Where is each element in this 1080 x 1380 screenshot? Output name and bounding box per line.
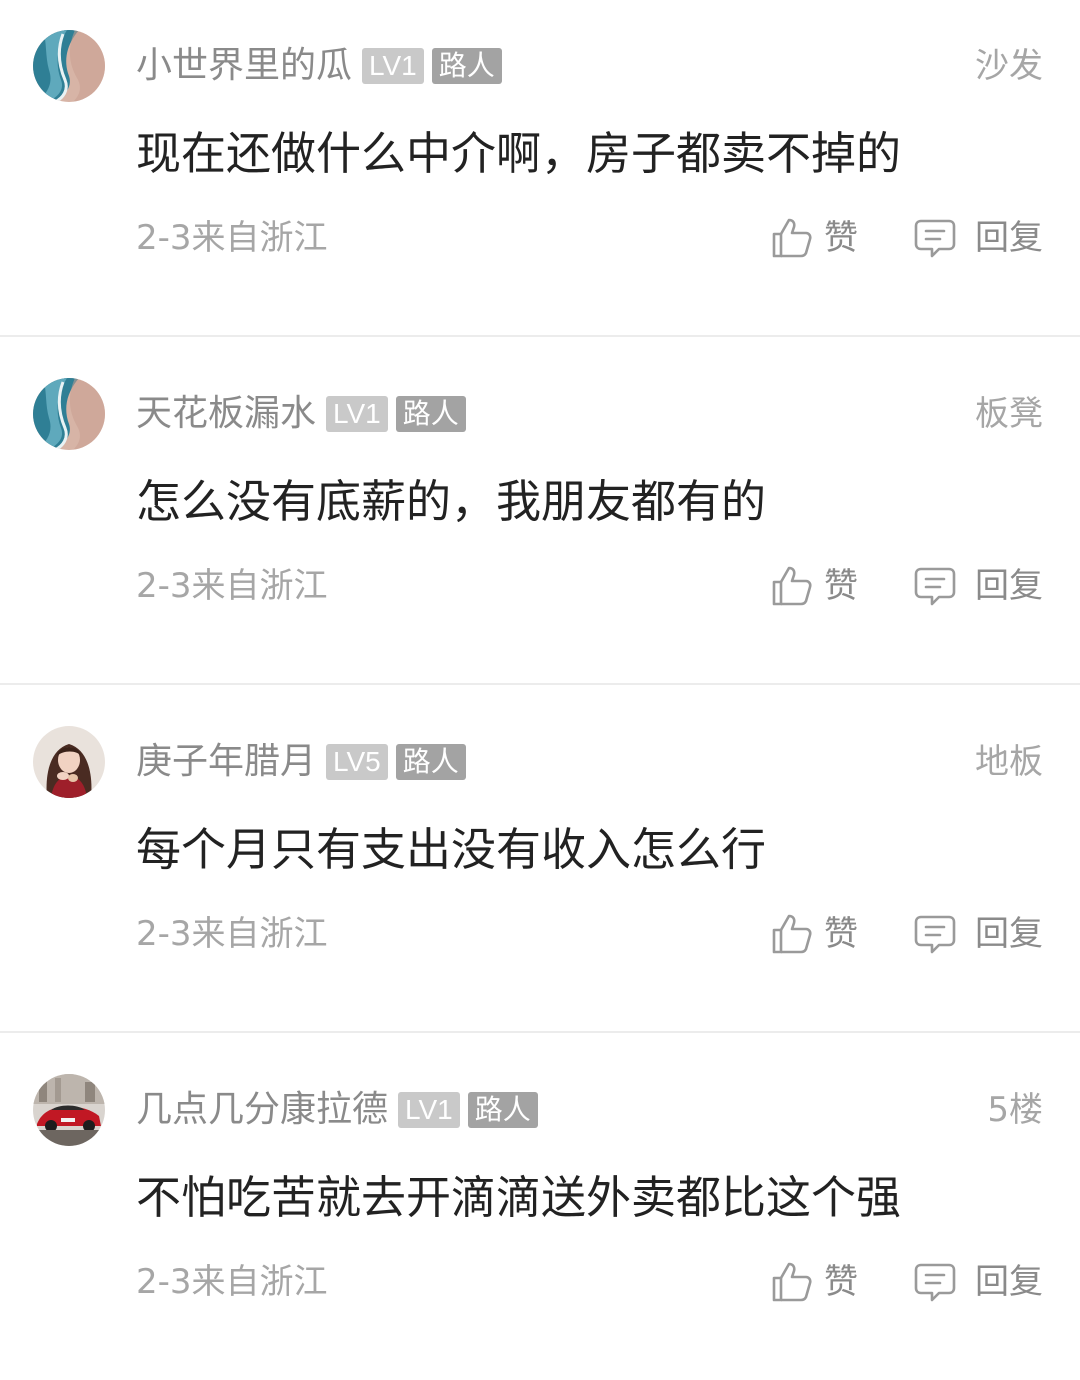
like-label: 赞 bbox=[824, 218, 858, 258]
comment-text: 每个月只有支出没有收入怎么行 bbox=[136, 823, 767, 876]
thumbs-up-icon bbox=[772, 218, 812, 258]
comment-header: 庚子年腊月 LV5 路人 bbox=[136, 736, 466, 788]
comment-bubble-icon bbox=[914, 915, 956, 954]
reply-button[interactable]: 回复 bbox=[913, 211, 1043, 265]
like-button[interactable]: 赞 bbox=[770, 559, 858, 613]
level-badge: LV1 bbox=[398, 1092, 460, 1128]
comment-bubble-icon bbox=[914, 567, 956, 606]
comment-item: 小世界里的瓜 LV1 路人 沙发 现在还做什么中介啊，房子都卖不掉的 2-3来自… bbox=[0, 0, 1080, 336]
floor-label: 地板 bbox=[975, 742, 1043, 782]
floor-label: 板凳 bbox=[975, 394, 1043, 434]
comment-bubble-icon bbox=[914, 1263, 956, 1302]
reply-button[interactable]: 回复 bbox=[913, 559, 1043, 613]
level-badge: LV5 bbox=[326, 744, 388, 780]
role-badge: 路人 bbox=[395, 744, 466, 780]
thumbs-up-icon bbox=[772, 914, 812, 954]
red-car-avatar-image bbox=[33, 1074, 105, 1146]
like-label: 赞 bbox=[824, 1262, 858, 1302]
beach-wave-avatar-image bbox=[33, 30, 105, 102]
comment-header: 几点几分康拉德 LV1 路人 bbox=[136, 1084, 538, 1136]
person-avatar-image bbox=[33, 726, 105, 798]
like-button[interactable]: 赞 bbox=[770, 211, 858, 265]
comment-item: 几点几分康拉德 LV1 路人 5楼 不怕吃苦就去开滴滴送外卖都比这个强 2-3来… bbox=[0, 1044, 1080, 1380]
comment-meta: 2-3来自浙江 bbox=[136, 914, 328, 954]
role-badge: 路人 bbox=[395, 396, 466, 432]
like-label: 赞 bbox=[824, 566, 858, 606]
comment-text: 不怕吃苦就去开滴滴送外卖都比这个强 bbox=[136, 1171, 902, 1224]
divider bbox=[0, 335, 1080, 337]
comment-text: 怎么没有底薪的，我朋友都有的 bbox=[136, 475, 767, 528]
comment-meta: 2-3来自浙江 bbox=[136, 566, 328, 606]
comment-text: 现在还做什么中介啊，房子都卖不掉的 bbox=[136, 127, 902, 180]
thumbs-up-icon bbox=[772, 1262, 812, 1302]
floor-label: 5楼 bbox=[987, 1090, 1043, 1130]
reply-label: 回复 bbox=[975, 914, 1043, 954]
reply-label: 回复 bbox=[975, 218, 1043, 258]
username[interactable]: 小世界里的瓜 bbox=[136, 40, 352, 92]
reply-label: 回复 bbox=[975, 566, 1043, 606]
comment-meta: 2-3来自浙江 bbox=[136, 1262, 328, 1302]
username[interactable]: 几点几分康拉德 bbox=[136, 1084, 388, 1136]
user-avatar[interactable] bbox=[33, 378, 105, 450]
level-badge: LV1 bbox=[362, 48, 424, 84]
comment-meta: 2-3来自浙江 bbox=[136, 218, 328, 258]
thumbs-up-icon bbox=[772, 566, 812, 606]
divider bbox=[0, 683, 1080, 685]
role-badge: 路人 bbox=[467, 1092, 538, 1128]
comment-item: 天花板漏水 LV1 路人 板凳 怎么没有底薪的，我朋友都有的 2-3来自浙江 赞… bbox=[0, 348, 1080, 684]
like-label: 赞 bbox=[824, 914, 858, 954]
divider bbox=[0, 1031, 1080, 1033]
level-badge: LV1 bbox=[326, 396, 388, 432]
user-avatar[interactable] bbox=[33, 30, 105, 102]
username[interactable]: 天花板漏水 bbox=[136, 388, 316, 440]
comment-item: 庚子年腊月 LV5 路人 地板 每个月只有支出没有收入怎么行 2-3来自浙江 赞… bbox=[0, 696, 1080, 1032]
reply-button[interactable]: 回复 bbox=[913, 907, 1043, 961]
role-badge: 路人 bbox=[431, 48, 502, 84]
username[interactable]: 庚子年腊月 bbox=[136, 736, 316, 788]
beach-wave-avatar-image bbox=[33, 378, 105, 450]
user-avatar[interactable] bbox=[33, 1074, 105, 1146]
comment-header: 天花板漏水 LV1 路人 bbox=[136, 388, 466, 440]
like-button[interactable]: 赞 bbox=[770, 1255, 858, 1309]
floor-label: 沙发 bbox=[975, 46, 1043, 86]
comment-list: 小世界里的瓜 LV1 路人 沙发 现在还做什么中介啊，房子都卖不掉的 2-3来自… bbox=[0, 0, 1080, 1380]
reply-label: 回复 bbox=[975, 1262, 1043, 1302]
user-avatar[interactable] bbox=[33, 726, 105, 798]
like-button[interactable]: 赞 bbox=[770, 907, 858, 961]
reply-button[interactable]: 回复 bbox=[913, 1255, 1043, 1309]
comment-bubble-icon bbox=[914, 219, 956, 258]
comment-header: 小世界里的瓜 LV1 路人 bbox=[136, 40, 502, 92]
